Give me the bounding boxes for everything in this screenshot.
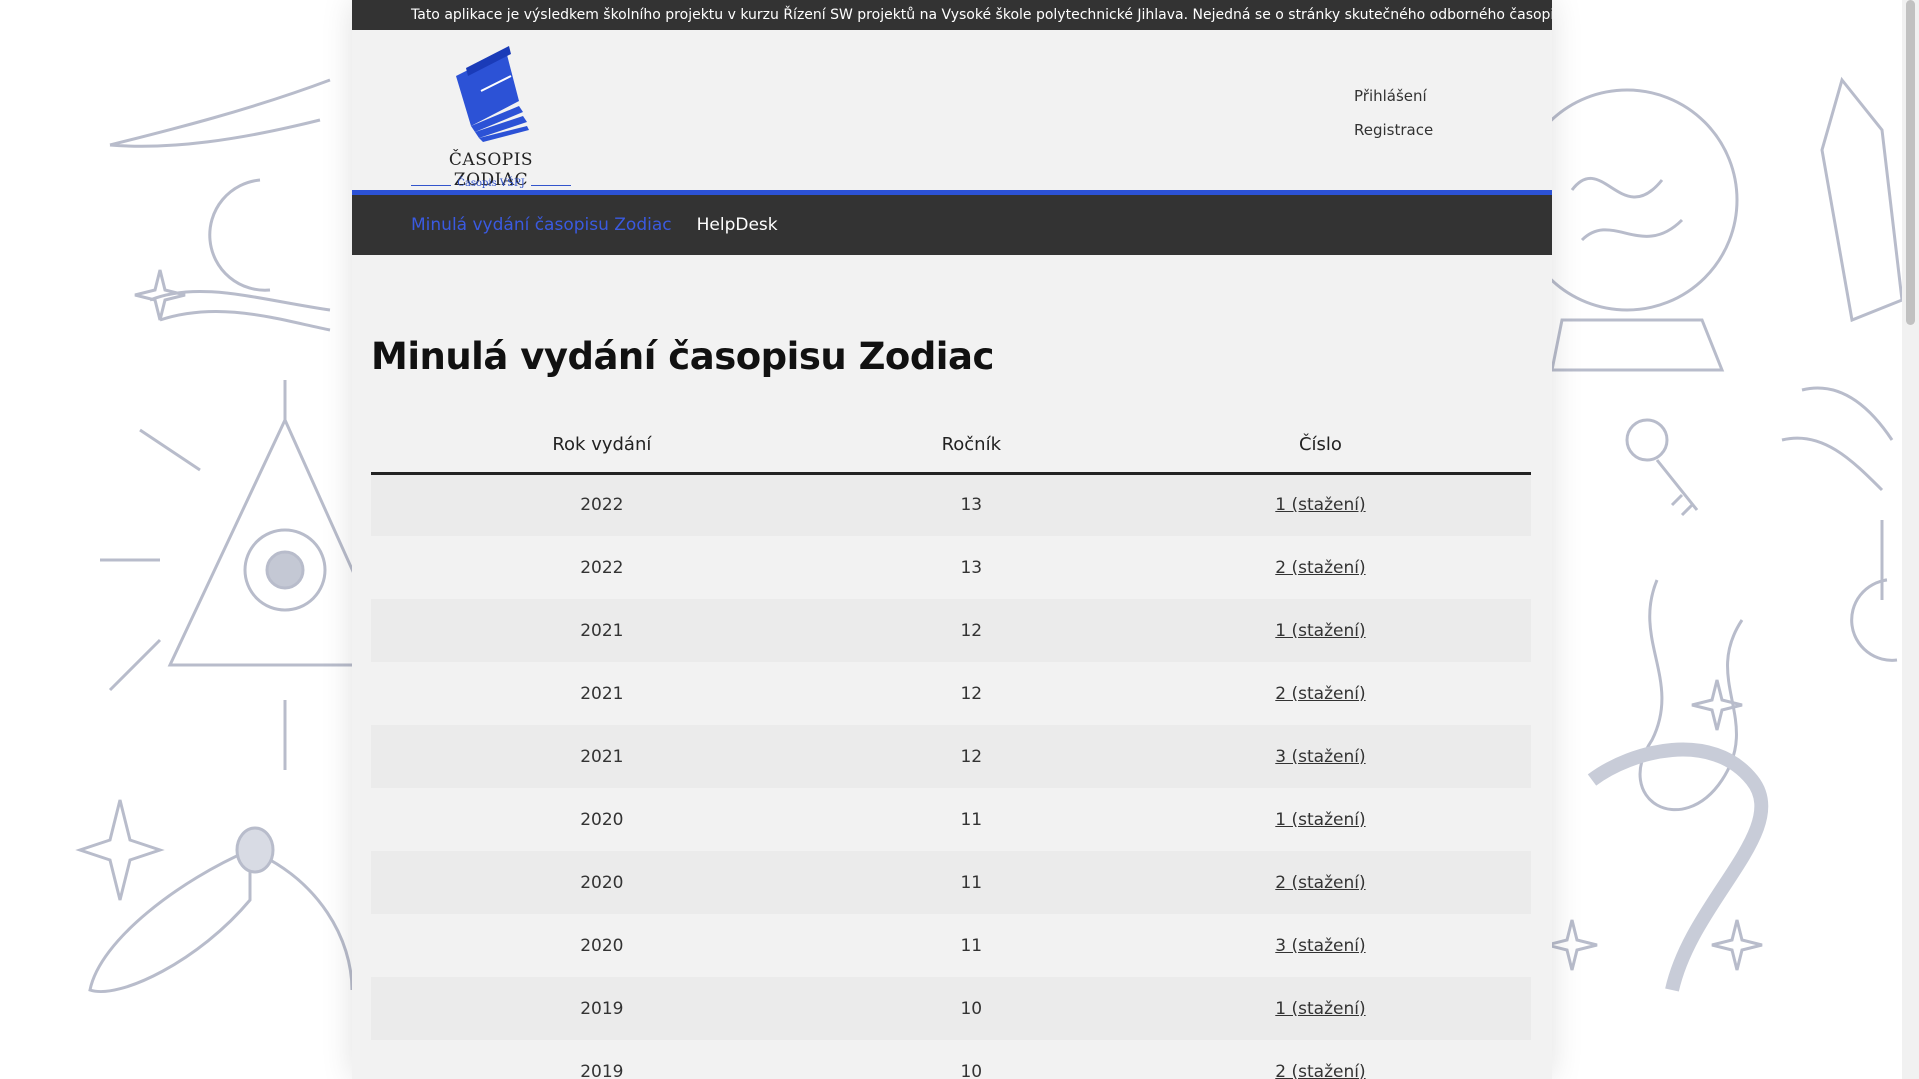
- cell-issue: 1 (stažení): [1109, 788, 1531, 851]
- table-row: 2022 13 1 (stažení): [371, 473, 1531, 536]
- cell-volume: 11: [832, 788, 1110, 851]
- download-link[interactable]: 2 (stažení): [1275, 684, 1365, 704]
- cell-year: 2020: [371, 914, 833, 977]
- cell-volume: 11: [832, 851, 1110, 914]
- page-container: Tato aplikace je výsledkem školního proj…: [352, 0, 1552, 1079]
- download-link[interactable]: 2 (stažení): [1275, 873, 1365, 893]
- cell-year: 2022: [371, 473, 833, 536]
- main-navigation: Minulá vydání časopisu Zodiac HelpDesk: [352, 195, 1552, 255]
- decorative-background-right: [1552, 0, 1902, 1079]
- page-title: Minulá vydání časopisu Zodiac: [371, 335, 994, 378]
- table-row: 2021 12 1 (stažení): [371, 599, 1531, 662]
- login-link[interactable]: Přihlášení: [1354, 86, 1433, 106]
- cell-year: 2020: [371, 851, 833, 914]
- issues-table: Rok vydání Ročník Číslo 2022 13 1 (staže…: [371, 418, 1531, 1079]
- cell-issue: 1 (stažení): [1109, 977, 1531, 1040]
- cell-volume: 12: [832, 725, 1110, 788]
- download-link[interactable]: 1 (stažení): [1275, 495, 1365, 515]
- cell-issue: 2 (stažení): [1109, 851, 1531, 914]
- cell-volume: 12: [832, 599, 1110, 662]
- table-row: 2022 13 2 (stažení): [371, 536, 1531, 599]
- project-notice-bar: Tato aplikace je výsledkem školního proj…: [352, 0, 1552, 30]
- cell-volume: 13: [832, 536, 1110, 599]
- cell-issue: 1 (stažení): [1109, 473, 1531, 536]
- cell-issue: 2 (stažení): [1109, 662, 1531, 725]
- cell-year: 2021: [371, 599, 833, 662]
- download-link[interactable]: 2 (stažení): [1275, 558, 1365, 578]
- cell-volume: 13: [832, 473, 1110, 536]
- nav-item-helpdesk[interactable]: HelpDesk: [697, 215, 778, 235]
- register-link[interactable]: Registrace: [1354, 120, 1433, 140]
- table-row: 2020 11 3 (stažení): [371, 914, 1531, 977]
- download-link[interactable]: 3 (stažení): [1275, 747, 1365, 767]
- table-header-row: Rok vydání Ročník Číslo: [371, 418, 1531, 475]
- nav-item-past-issues[interactable]: Minulá vydání časopisu Zodiac: [411, 215, 672, 235]
- decorative-background-left: [0, 0, 352, 1079]
- logo-subtitle-wrap: Časopis VŠPJ: [411, 178, 571, 192]
- cell-issue: 1 (stažení): [1109, 599, 1531, 662]
- cell-issue: 2 (stažení): [1109, 536, 1531, 599]
- table-row: 2021 12 3 (stažení): [371, 725, 1531, 788]
- cell-issue: 3 (stažení): [1109, 914, 1531, 977]
- cell-issue: 3 (stažení): [1109, 725, 1531, 788]
- logo-subtitle: Časopis VŠPJ: [457, 178, 525, 189]
- download-link[interactable]: 1 (stažení): [1275, 999, 1365, 1019]
- cell-year: 2021: [371, 662, 833, 725]
- table-row: 2019 10 1 (stažení): [371, 977, 1531, 1040]
- cell-volume: 12: [832, 662, 1110, 725]
- cell-volume: 10: [832, 977, 1110, 1040]
- cell-year: 2019: [371, 1040, 833, 1079]
- table-row: 2020 11 2 (stažení): [371, 851, 1531, 914]
- site-logo[interactable]: ČASOPIS ZODIAC Časopis VŠPJ: [411, 46, 571, 191]
- download-link[interactable]: 1 (stažení): [1275, 810, 1365, 830]
- auth-links: Přihlášení Registrace: [1354, 86, 1433, 154]
- book-icon: [456, 46, 529, 142]
- table-row: 2019 10 2 (stažení): [371, 1040, 1531, 1079]
- cell-year: 2019: [371, 977, 833, 1040]
- table-row: 2021 12 2 (stažení): [371, 662, 1531, 725]
- cell-issue: 2 (stažení): [1109, 1040, 1531, 1079]
- cell-year: 2022: [371, 536, 833, 599]
- site-header: ČASOPIS ZODIAC Časopis VŠPJ Přihlášení R…: [352, 30, 1552, 195]
- cell-year: 2021: [371, 725, 833, 788]
- download-link[interactable]: 2 (stažení): [1275, 1062, 1365, 1079]
- main-content: Minulá vydání časopisu Zodiac Rok vydání…: [352, 255, 1552, 1079]
- cell-year: 2020: [371, 788, 833, 851]
- download-link[interactable]: 1 (stažení): [1275, 621, 1365, 641]
- divider: [531, 185, 571, 186]
- column-header-issue: Číslo: [1109, 418, 1531, 475]
- column-header-volume: Ročník: [832, 418, 1110, 475]
- cell-volume: 10: [832, 1040, 1110, 1079]
- cell-volume: 11: [832, 914, 1110, 977]
- page-scrollbar[interactable]: [1902, 0, 1919, 1079]
- scrollbar-thumb[interactable]: [1906, 0, 1915, 325]
- table-row: 2020 11 1 (stažení): [371, 788, 1531, 851]
- column-header-year: Rok vydání: [371, 418, 833, 475]
- download-link[interactable]: 3 (stažení): [1275, 936, 1365, 956]
